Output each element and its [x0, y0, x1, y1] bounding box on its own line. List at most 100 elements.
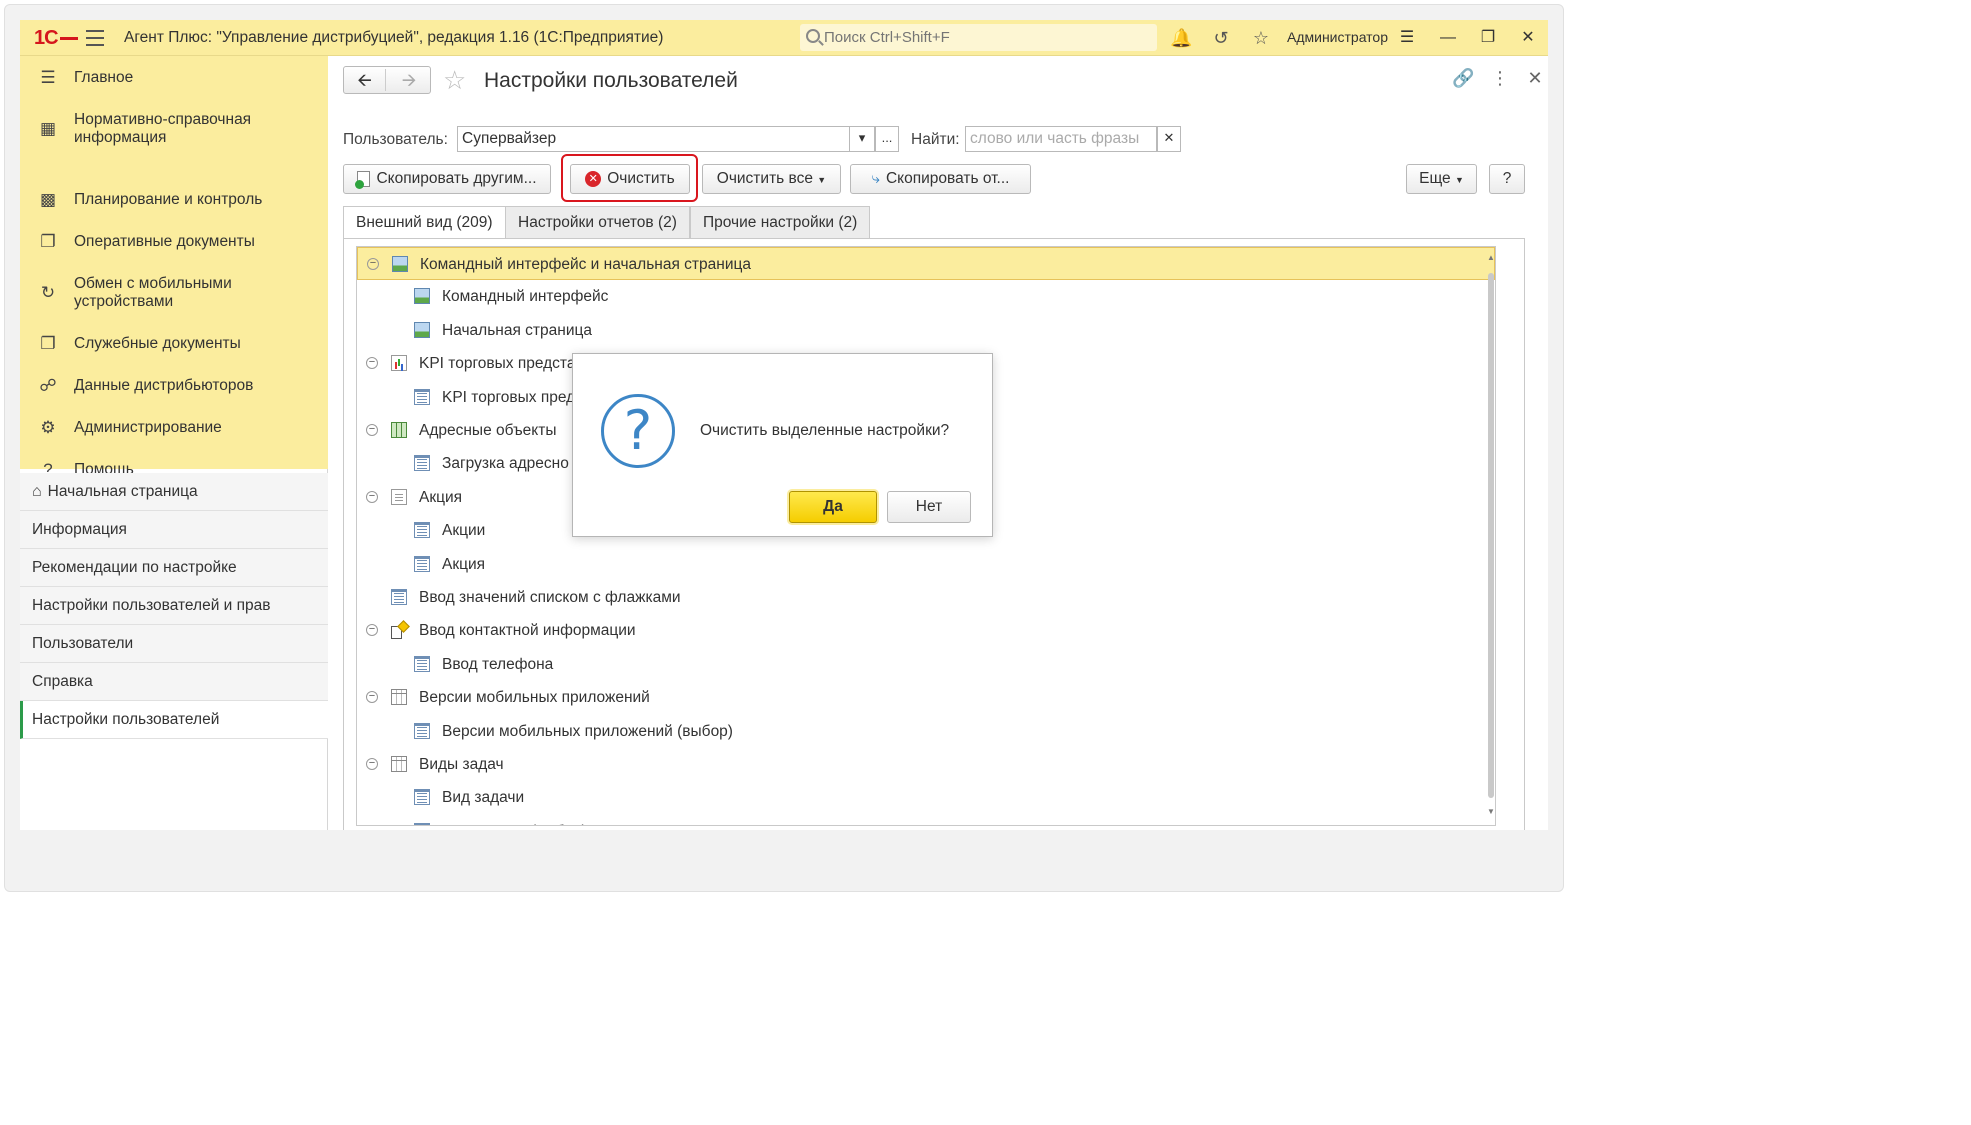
clear-find-icon[interactable]: ✕: [1157, 126, 1181, 152]
tab-report-settings[interactable]: Настройки отчетов (2): [505, 206, 690, 238]
tree-item-row[interactable]: Вид задачи: [357, 781, 1495, 814]
collapse-toggle-icon[interactable]: −: [367, 258, 379, 270]
open-item-label: Справка: [32, 673, 93, 690]
tree-row-label: Командный интерфейс и начальная страница: [420, 256, 751, 273]
section-label: Нормативно-справочная информация: [74, 111, 252, 146]
tree-row-label: Начальная страница: [442, 322, 592, 339]
tree-group-row[interactable]: − Командный интерфейс и начальная страниц…: [357, 247, 1495, 280]
button-label: Очистить все: [716, 170, 813, 187]
section-label: Оперативные документы: [74, 233, 255, 250]
collapse-toggle-icon[interactable]: −: [366, 357, 378, 369]
app-logo: 1С: [34, 27, 78, 50]
copy-arrow-icon: ⤷: [871, 170, 880, 187]
form-icon: [414, 789, 430, 805]
section-operational-docs[interactable]: ❐ Оперативные документы: [20, 232, 328, 262]
page-title: Настройки пользователей: [484, 69, 738, 92]
clear-all-button[interactable]: Очистить все ▼: [702, 164, 841, 194]
button-label: Скопировать от...: [885, 170, 1010, 188]
section-main[interactable]: ☰ Главное: [20, 68, 328, 98]
collapse-toggle-icon[interactable]: −: [366, 758, 378, 770]
tree-row-label: Акции: [442, 522, 486, 539]
sync-icon: ↻: [40, 283, 56, 302]
open-item-recommendations[interactable]: Рекомендации по настройке: [20, 549, 328, 587]
main-menu-icon[interactable]: [86, 30, 104, 46]
section-mobile-exchange[interactable]: ↻ Обмен с мобильными устройствами: [20, 274, 328, 314]
scroll-down-icon[interactable]: ▼: [1487, 807, 1495, 816]
document-icon: [391, 489, 407, 505]
tree-row-label: KPI торговых предста: [419, 355, 576, 372]
tree-row-label: Ввод телефона: [442, 656, 554, 673]
close-form-icon[interactable]: ✕: [1524, 68, 1546, 89]
section-reference-info[interactable]: ▦ Нормативно-справочная информация: [20, 110, 328, 150]
open-item-help[interactable]: Справка: [20, 663, 328, 701]
tab-appearance[interactable]: Внешний вид (209): [343, 206, 506, 239]
tree-item-row[interactable]: Версии мобильных приложений (выбор): [357, 715, 1495, 748]
open-item-users[interactable]: Пользователи: [20, 625, 328, 663]
user-label: Пользователь:: [343, 131, 448, 148]
collapse-toggle-icon[interactable]: −: [366, 491, 378, 503]
select-button[interactable]: ...: [875, 126, 899, 152]
section-distributors[interactable]: ☍ Данные дистрибьюторов: [20, 376, 328, 406]
section-planning[interactable]: ▩ Планирование и контроль: [20, 190, 328, 220]
restore-icon[interactable]: ❐: [1476, 26, 1500, 50]
tree-group-row[interactable]: Ввод значений списком с флажками: [357, 581, 1495, 614]
favorite-star-icon[interactable]: ☆: [443, 66, 466, 94]
tree-item-row[interactable]: Командный интерфейс: [357, 280, 1495, 313]
open-item-info[interactable]: Информация: [20, 511, 328, 549]
documents-icon: ❐: [40, 232, 56, 251]
open-item-label: Настройки пользователей и прав: [32, 597, 271, 614]
open-item-user-rights[interactable]: Настройки пользователей и прав: [20, 587, 328, 625]
open-item-label: Рекомендации по настройке: [32, 559, 237, 576]
tree-group-row[interactable]: − Версии мобильных приложений: [357, 681, 1495, 714]
tree-item-row[interactable]: Начальная страница: [357, 314, 1495, 347]
section-administration[interactable]: ⚙ Администрирование: [20, 418, 328, 448]
find-label: Найти:: [911, 131, 960, 148]
scroll-thumb[interactable]: [1488, 273, 1494, 798]
tree-row-label: Загрузка адресно: [442, 455, 569, 472]
open-item-user-settings[interactable]: Настройки пользователей: [20, 701, 328, 739]
yes-button[interactable]: Да: [789, 491, 877, 523]
collapse-toggle-icon[interactable]: −: [366, 691, 378, 703]
open-item-home[interactable]: ⌂ Начальная страница: [20, 473, 328, 511]
tree-item-row[interactable]: Виды задач (выбор): [357, 815, 1495, 825]
forward-arrow-icon[interactable]: 🡪: [388, 69, 430, 91]
minimize-icon[interactable]: —: [1436, 26, 1460, 50]
more-button[interactable]: Еще ▼: [1406, 164, 1477, 194]
collapse-toggle-icon[interactable]: −: [366, 624, 378, 636]
search-icon: [806, 29, 820, 43]
tree-row-label: Виды задач: [419, 756, 504, 773]
favorites-star-icon[interactable]: ☆: [1250, 27, 1272, 49]
tree-group-row[interactable]: − Ввод контактной информации: [357, 614, 1495, 647]
help-button[interactable]: ?: [1489, 164, 1525, 194]
more-vertical-icon[interactable]: ⋮: [1489, 68, 1511, 89]
tree-group-row[interactable]: − Виды задач: [357, 748, 1495, 781]
global-search[interactable]: [800, 24, 1157, 51]
open-item-label: Начальная страница: [47, 483, 198, 500]
settings-menu-icon[interactable]: ☰: [1395, 26, 1419, 50]
history-icon[interactable]: ↺: [1210, 27, 1232, 49]
no-button[interactable]: Нет: [887, 491, 971, 523]
current-user[interactable]: Администратор: [1287, 29, 1388, 45]
collapse-toggle-icon[interactable]: −: [366, 424, 378, 436]
tree-row-label: Версии мобильных приложений (выбор): [442, 723, 733, 740]
user-field[interactable]: Супервайзер: [457, 126, 875, 152]
copy-from-button[interactable]: ⤷ Скопировать от...: [850, 164, 1031, 194]
gear-icon: ⚙: [40, 418, 56, 437]
find-input[interactable]: слово или часть фразы: [965, 126, 1157, 152]
tree-item-row[interactable]: Ввод телефона: [357, 648, 1495, 681]
bell-icon[interactable]: 🔔: [1170, 27, 1192, 49]
copy-to-others-button[interactable]: Скопировать другим...: [343, 164, 551, 194]
tree-row-label: Ввод контактной информации: [419, 622, 636, 639]
back-arrow-icon[interactable]: 🡨: [344, 69, 386, 91]
scroll-up-icon[interactable]: ▲: [1487, 253, 1495, 262]
section-service-docs[interactable]: ❐ Служебные документы: [20, 334, 328, 364]
tree-item-row[interactable]: Акция: [357, 548, 1495, 581]
open-item-label: Информация: [32, 521, 127, 538]
button-label: Еще: [1419, 170, 1451, 187]
tree-scrollbar[interactable]: ▲ ▼: [1485, 247, 1497, 825]
link-icon[interactable]: 🔗: [1452, 68, 1474, 89]
tab-other-settings[interactable]: Прочие настройки (2): [690, 206, 871, 238]
close-window-icon[interactable]: ✕: [1516, 26, 1540, 50]
dropdown-icon[interactable]: ▾: [849, 126, 875, 152]
global-search-input[interactable]: [824, 27, 1144, 47]
